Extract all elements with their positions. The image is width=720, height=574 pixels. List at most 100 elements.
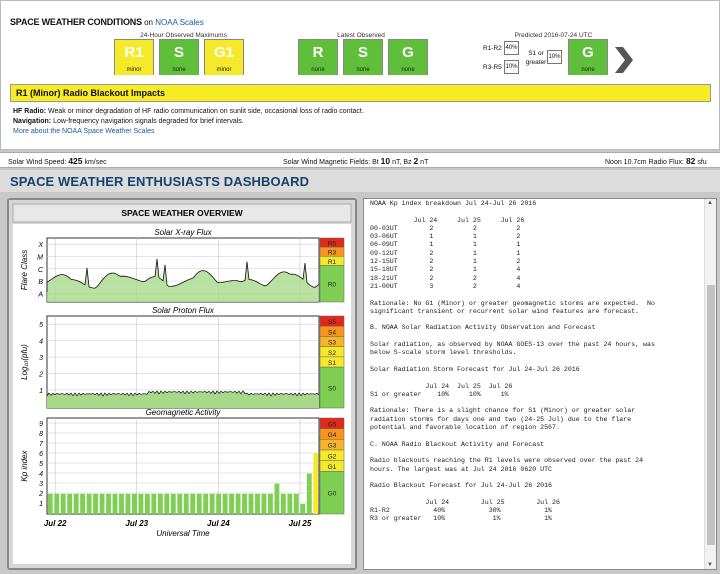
on-text: on (144, 18, 154, 27)
xray-scale-label: R0 (328, 282, 337, 289)
proton-tick: 3 (39, 355, 43, 362)
kp-bar (306, 473, 312, 514)
flux-label: Noon 10.7cm Radio Flux: (605, 159, 684, 166)
xray-scale-label: R3 (328, 250, 337, 257)
date-label: Jul 23 (125, 519, 148, 528)
xray-scale-label: R1 (328, 259, 337, 266)
proton-tick: 2 (38, 372, 43, 379)
forecast-report: NOAA Kp index breakdown Jul 24-Jul 26 20… (370, 200, 655, 523)
proton-title: Solar Proton Flux (152, 306, 215, 315)
latest-letter: R (299, 40, 337, 66)
kp-bar (73, 493, 79, 514)
alert-body: HF Radio: Weak or minor degradation of H… (13, 107, 703, 137)
latest-box-0: Rnone (298, 39, 338, 75)
kp-bar (261, 493, 267, 514)
nav-label: Navigation: (13, 118, 52, 125)
pred-r12-value: 40% (504, 41, 519, 55)
kp-bar (242, 493, 247, 514)
proton-scale-label: S4 (328, 329, 336, 336)
kp-bar (248, 493, 254, 514)
date-label: Jul 22 (44, 519, 67, 528)
latest-box-2: Gnone (388, 39, 428, 75)
kp-bar (93, 493, 99, 514)
geo-tick: 3 (39, 481, 43, 488)
forecast-text-panel[interactable]: NOAA Kp index breakdown Jul 24-Jul 26 20… (363, 198, 717, 570)
pred-g-letter: G (569, 40, 607, 66)
kp-bar (125, 493, 131, 514)
kp-bar (119, 493, 124, 514)
wind-unit: km/sec (84, 159, 107, 166)
kp-bar (267, 493, 273, 514)
kp-bar (80, 493, 86, 514)
kp-bar (47, 493, 53, 514)
scroll-thumb[interactable] (707, 285, 715, 545)
solar-wind-speed: Solar Wind Speed: 425 km/sec (8, 153, 107, 171)
space-weather-overview: SPACE WEATHER OVERVIEW Solar X-ray Flux X M… (7, 198, 357, 570)
geo-tick: 6 (39, 451, 43, 458)
kp-bar (60, 493, 66, 514)
latest-status: none (344, 66, 382, 75)
max24-letter: R1 (115, 40, 153, 66)
kp-bar (229, 493, 235, 514)
scroll-down-icon[interactable]: ▼ (707, 562, 713, 568)
kp-bar (222, 493, 228, 514)
pred-s1-value: 10% (547, 50, 562, 64)
xaxis-label: Universal Time (156, 529, 210, 538)
geo-scale-label: G3 (328, 443, 337, 450)
flux-value: 82 (685, 156, 696, 166)
geo-tick: 5 (39, 461, 43, 468)
conditions-title: SPACE WEATHER CONDITIONS (10, 17, 142, 27)
kp-bar (203, 493, 209, 514)
xray-tick: B (38, 279, 43, 286)
date-label: Jul 24 (207, 519, 230, 528)
geo-tick: 8 (39, 431, 43, 438)
bz-value: 2 (413, 156, 419, 166)
bt-value: 10 (380, 156, 391, 166)
proton-ylabel: Log₁₀(pfu) (20, 344, 29, 380)
pred-s1-label: S1 or greater (525, 50, 547, 66)
geo-ylabel: Kp index (20, 449, 29, 481)
hf-text: Weak or minor degradation of HF radio co… (46, 108, 364, 115)
more-scales-link[interactable]: More about the NOAA Space Weather Scales (13, 128, 155, 135)
latest-status: none (389, 66, 427, 75)
dashboard-title: SPACE WEATHER ENTHUSIASTS DASHBOARD (0, 170, 720, 192)
geo-title: Geomagnetic Activity (146, 408, 222, 417)
kp-bar (313, 453, 319, 514)
noaa-scales-link[interactable]: NOAA Scales (155, 18, 203, 27)
mag-label: Solar Wind Magnetic Fields: Bt (283, 159, 379, 166)
kp-bar (99, 493, 105, 514)
proton-tick: 1 (39, 388, 43, 395)
pred-g-status: none (569, 66, 607, 75)
geo-scale-label: G1 (328, 464, 337, 471)
scroll-up-icon[interactable]: ▲ (707, 200, 713, 206)
kp-bar (190, 493, 196, 514)
kp-bar (67, 493, 73, 514)
kp-bar (144, 493, 150, 514)
geo-tick: 9 (39, 421, 43, 428)
kp-bar (54, 493, 60, 514)
overview-header: SPACE WEATHER OVERVIEW (121, 208, 243, 218)
bt-unit: nT, Bz (392, 159, 412, 166)
space-weather-conditions-panel: SPACE WEATHER CONDITIONS on NOAA Scales … (0, 0, 720, 150)
scrollbar[interactable]: ▲ ▼ (704, 199, 716, 569)
latest-box-1: Snone (343, 39, 383, 75)
kp-bar (112, 493, 118, 514)
status-bar: Solar Wind Speed: 425 km/sec Solar Wind … (0, 152, 720, 168)
kp-bar (280, 493, 286, 514)
xray-scale-label: R5 (328, 241, 337, 248)
chevron-right-icon[interactable] (612, 45, 634, 75)
xray-tick: M (37, 254, 43, 261)
xray-ylabel: Flare Class (20, 250, 29, 290)
max24-status: minor (205, 66, 243, 75)
max24-box-1: Snone (159, 39, 199, 75)
kp-bar (177, 493, 183, 514)
wind-value: 425 (68, 156, 83, 166)
proton-scale-label: S2 (328, 350, 336, 357)
max24-status: none (160, 66, 198, 75)
latest-status: none (299, 66, 337, 75)
kp-bar (151, 493, 157, 514)
kp-bar (293, 493, 299, 514)
date-label: Jul 25 (289, 519, 312, 528)
latest-letter: S (344, 40, 382, 66)
kp-bar (164, 493, 170, 514)
